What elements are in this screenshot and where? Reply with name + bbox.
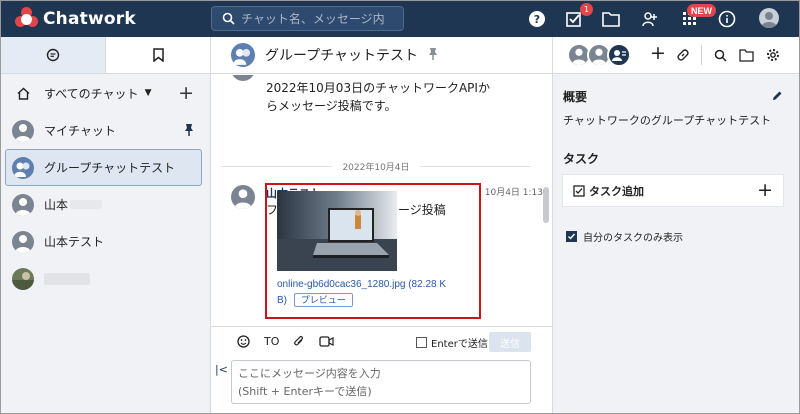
message-time: 10月4日 1:13 (484, 188, 543, 198)
room-item[interactable]: マイチャット (1, 112, 210, 149)
room-item[interactable] (1, 260, 210, 297)
left-tabs (1, 37, 210, 74)
summary-title: 概要 (563, 90, 588, 104)
home-icon (17, 87, 30, 100)
only-mine-checkbox[interactable] (566, 231, 577, 242)
member-avatars[interactable] (567, 43, 631, 67)
task-check-icon (573, 184, 585, 197)
preview-button[interactable]: プレビュー (293, 293, 353, 307)
svg-text:?: ? (534, 13, 540, 26)
date-divider: 2022年10月4日 (211, 159, 541, 173)
room-item-selected[interactable]: グループチャットテスト (5, 149, 202, 186)
room-item[interactable]: 山本テスト (1, 223, 210, 260)
collapse-left-icon[interactable]: |< (215, 363, 228, 376)
search-icon[interactable] (714, 47, 727, 66)
send-button[interactable]: 送信 (489, 332, 531, 352)
contacts-icon[interactable] (637, 7, 661, 31)
enter-send-label: Enterで送信 (431, 339, 488, 350)
composer-toolbar: TO Enterで送信 送信 (211, 326, 552, 356)
help-icon[interactable]: ? (525, 7, 549, 31)
group-avatar (12, 156, 34, 179)
chatwork-logo[interactable]: Chatwork (15, 7, 136, 31)
avatar (12, 230, 34, 253)
group-avatar (231, 43, 255, 67)
edit-pencil-icon[interactable] (771, 87, 783, 106)
message-avatar (231, 75, 255, 81)
add-task-plus-icon[interactable]: + (757, 179, 773, 201)
app-name: Chatwork (43, 9, 136, 29)
input-placeholder-line: ここにメッセージ内容を入力 (238, 367, 381, 380)
room-info-panel: + 概要 チャットワークのグループチャットテスト タスク タスク追加 + 自分の… (552, 37, 799, 413)
task-count-badge: 1 (580, 3, 593, 16)
image-thumbnail[interactable] (277, 191, 397, 271)
tab-bookmarks[interactable] (106, 37, 210, 73)
all-chats-filter[interactable]: すべてのチャット ▼ + (1, 74, 210, 112)
enter-to-send-toggle[interactable]: Enterで送信 (416, 335, 488, 350)
member-list-icon (607, 43, 631, 67)
attach-file-icon[interactable] (293, 335, 305, 348)
all-chats-label: すべてのチャット (44, 86, 139, 101)
add-member-button[interactable]: + (650, 42, 666, 64)
room-info-header: + (553, 37, 799, 74)
filename-line: online-gb6d0cac36_1280.jpg (82.28 K (277, 279, 447, 290)
attachment-filename[interactable]: online-gb6d0cac36_1280.jpg (82.28 K B) プ… (277, 277, 469, 309)
room-name: 山本テスト (44, 235, 105, 249)
filename-line: B) (277, 295, 287, 306)
folder-icon[interactable] (739, 47, 754, 66)
avatar (12, 193, 34, 216)
only-my-tasks-toggle[interactable]: 自分のタスクのみ表示 (566, 229, 683, 244)
search-icon (222, 12, 235, 25)
room-name: 山本 (44, 198, 69, 212)
file-attachment: online-gb6d0cac36_1280.jpg (82.28 K B) プ… (265, 183, 481, 319)
summary-text: チャットワークのグループチャットテスト (563, 114, 772, 127)
video-call-icon[interactable] (319, 336, 334, 347)
to-button[interactable]: TO (264, 335, 279, 348)
logo-icon (15, 7, 39, 31)
avatar (12, 267, 34, 290)
only-mine-label: 自分のタスクのみ表示 (583, 233, 683, 244)
emoji-icon[interactable] (237, 335, 250, 348)
info-icon[interactable] (715, 7, 739, 31)
bookmark-icon (152, 48, 164, 62)
avatar (12, 119, 34, 142)
blurred-text (44, 272, 90, 285)
chat-title: グループチャットテスト (265, 48, 419, 64)
add-task-button[interactable]: タスク追加 + (562, 174, 784, 207)
scrollbar[interactable] (543, 187, 549, 223)
add-task-label: タスク追加 (589, 184, 644, 198)
message-line: らメッセージ投稿です。 (266, 99, 397, 113)
folder-icon[interactable] (599, 7, 623, 31)
tab-chats[interactable] (1, 37, 106, 73)
add-chat-button[interactable]: + (178, 82, 194, 104)
task-title: タスク (563, 152, 600, 166)
room-list-panel: すべてのチャット ▼ + マイチャット グループチャットテスト 山本 山本テスト (1, 37, 211, 413)
message-body: 2022年10月03日のチャットワークAPIか らメッセージ投稿です。 (266, 79, 490, 115)
input-placeholder-line: (Shift + Enterキーで送信) (238, 385, 372, 398)
message-input[interactable]: ここにメッセージ内容を入力 (Shift + Enterキーで送信) (231, 360, 531, 404)
pin-icon[interactable] (428, 46, 438, 65)
room-item[interactable]: 山本 (1, 186, 210, 223)
divider (701, 45, 702, 65)
search-box[interactable] (211, 6, 404, 31)
gear-icon[interactable] (766, 47, 780, 66)
room-name: グループチャットテスト (44, 161, 176, 175)
room-name: マイチャット (44, 124, 116, 138)
pin-icon[interactable] (184, 123, 194, 140)
user-avatar[interactable] (759, 8, 779, 28)
new-badge: NEW (687, 4, 716, 17)
message-line: 2022年10月03日のチャットワークAPIか (266, 81, 490, 95)
search-input[interactable] (241, 11, 391, 26)
link-icon[interactable] (676, 47, 690, 66)
chat-area: グループチャットテスト 2022年10月03日のチャットワークAPIか らメッセ… (211, 37, 552, 413)
chat-header: グループチャットテスト (211, 37, 552, 74)
caret-down-icon: ▼ (144, 88, 152, 98)
avatar (231, 185, 255, 209)
blurred-text (70, 200, 103, 209)
enter-send-checkbox[interactable] (416, 337, 427, 348)
chat-bubble-icon (46, 48, 60, 62)
top-bar: Chatwork ? 1 NEW (1, 1, 799, 37)
app-window: Chatwork ? 1 NEW (0, 0, 800, 414)
